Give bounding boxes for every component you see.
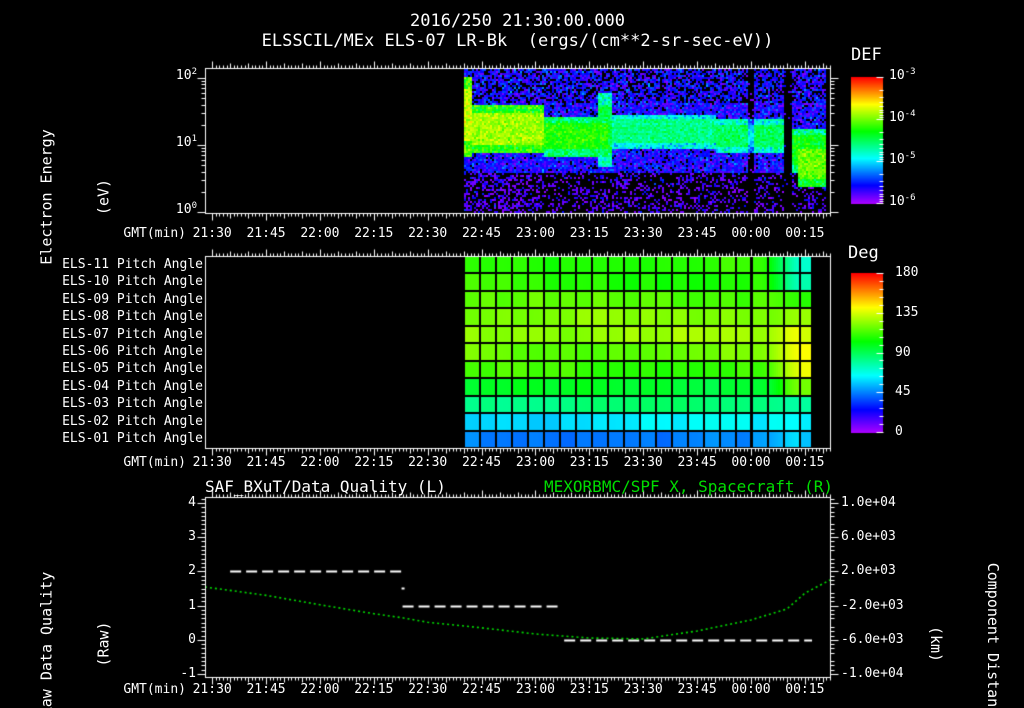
- time-tick-label: 23:45: [677, 455, 717, 470]
- time-tick-label: 00:15: [785, 455, 825, 470]
- deg-tick-label: 0: [895, 424, 903, 439]
- spectrogram-y-axis-label-line2: (eV): [94, 178, 113, 216]
- time-tick-label: 22:30: [408, 226, 448, 241]
- km-tick-label: -2.0e+03: [841, 597, 904, 613]
- timeseries-left-series-title: SAF_BXuT/Data Quality (L): [205, 477, 446, 496]
- time-tick-label: 22:30: [408, 682, 448, 697]
- time-tick-label: 00:15: [785, 226, 825, 241]
- raw-tick-label: 0: [188, 631, 196, 647]
- energy-tick-label: 101: [175, 134, 197, 151]
- time-tick-label: 23:30: [623, 682, 663, 697]
- els-row-label: ELS-07 Pitch Angle: [62, 326, 203, 342]
- time-tick-label: 22:15: [354, 226, 394, 241]
- time-tick-label: 22:45: [462, 226, 502, 241]
- km-tick-label: 6.0e+03: [841, 529, 896, 545]
- els-row-label: ELS-09 Pitch Angle: [62, 291, 203, 307]
- raw-tick-label: 4: [188, 495, 196, 510]
- raw-tick-label: 1: [188, 597, 196, 613]
- def-tick-label: 10-6: [889, 193, 916, 210]
- spectrogram-title: ELSSCIL/MEx ELS-07 LR-Bk (ergs/(cm**2-sr…: [261, 31, 774, 51]
- time-tick-label: 22:15: [354, 682, 394, 697]
- time-tick-label: 22:45: [462, 682, 502, 697]
- deg-tick-label: 135: [895, 304, 919, 320]
- els-row-label: ELS-10 Pitch Angle: [62, 274, 203, 290]
- gmt-label-bottom: GMT(min): [123, 682, 186, 697]
- timeseries-right-axis-label: Component Distance (km): [888, 549, 1024, 708]
- timeseries-left-axis-label-line1: Raw Data Quality: [37, 571, 56, 708]
- km-tick-label: 1.0e+04: [841, 495, 896, 510]
- time-tick-label: 22:00: [300, 226, 340, 241]
- time-tick-label: 23:15: [569, 682, 609, 697]
- time-tick-label: 23:00: [515, 455, 556, 470]
- energy-tick-label: 102: [175, 67, 197, 84]
- time-tick-label: 23:30: [623, 455, 663, 470]
- time-tick-label: 21:30: [192, 455, 232, 470]
- els-row-label: ELS-04 Pitch Angle: [62, 378, 203, 394]
- gmt-label-top: GMT(min): [123, 226, 186, 241]
- time-tick-label: 22:30: [408, 455, 448, 470]
- time-tick-label: 00:15: [785, 682, 825, 697]
- els-row-label: ELS-01 Pitch Angle: [62, 431, 203, 447]
- def-colorbar-label: DEF: [851, 45, 882, 65]
- def-tick-label: 10-3: [889, 67, 916, 84]
- els-row-label: ELS-08 Pitch Angle: [62, 309, 203, 325]
- time-tick-label: 21:45: [246, 682, 286, 697]
- energy-tick-label: 100: [175, 201, 197, 218]
- time-tick-label: 22:15: [354, 455, 394, 470]
- timeseries-right-series-title: MEXORBMC/SPF X, Spacecraft (R): [544, 477, 833, 496]
- time-tick-label: 23:00: [515, 226, 556, 241]
- raw-tick-label: -1: [180, 666, 196, 681]
- deg-tick-label: 90: [895, 344, 911, 360]
- time-tick-label: 23:30: [623, 226, 663, 241]
- timestamp-title: 2016/250 21:30:00.000: [410, 11, 625, 31]
- time-tick-label: 21:30: [192, 682, 232, 697]
- els-row-label: ELS-03 Pitch Angle: [62, 396, 203, 412]
- time-tick-label: 00:00: [731, 226, 771, 241]
- els-row-label: ELS-06 Pitch Angle: [62, 344, 203, 359]
- plot-page: 2016/250 21:30:00.000 ELSSCIL/MEx ELS-07…: [0, 0, 1024, 708]
- deg-tick-label: 45: [895, 384, 911, 400]
- timeseries-right-axis-label-line1: Component Distance: [984, 562, 1002, 708]
- time-tick-label: 23:45: [677, 226, 717, 241]
- els-row-label: ELS-05 Pitch Angle: [62, 361, 203, 377]
- spectrogram-y-axis-label-line1: Electron Energy: [37, 129, 56, 265]
- raw-tick-label: 2: [188, 563, 196, 579]
- time-tick-label: 21:30: [192, 226, 232, 241]
- def-tick-label: 10-5: [889, 151, 916, 168]
- deg-colorbar-label: Deg: [848, 243, 879, 263]
- time-tick-label: 22:00: [300, 682, 340, 697]
- els-row-label: ELS-02 Pitch Angle: [62, 413, 203, 429]
- els-row-label: ELS-11 Pitch Angle: [62, 256, 203, 272]
- deg-tick-label: 180: [895, 265, 919, 280]
- gmt-label-middle: GMT(min): [123, 455, 186, 470]
- km-tick-label: -6.0e+03: [841, 631, 904, 647]
- time-tick-label: 21:45: [246, 226, 286, 241]
- def-tick-label: 10-4: [889, 109, 916, 126]
- time-tick-label: 23:15: [569, 455, 609, 470]
- time-tick-label: 00:00: [731, 455, 771, 470]
- spectrogram-y-axis-label: Electron Energy (eV): [0, 117, 152, 278]
- km-tick-label: 2.0e+03: [841, 563, 896, 579]
- time-tick-label: 21:45: [246, 455, 286, 470]
- time-tick-label: 23:00: [515, 682, 556, 697]
- time-tick-label: 23:15: [569, 226, 609, 241]
- time-tick-label: 00:00: [731, 682, 771, 697]
- time-tick-label: 22:45: [462, 455, 502, 470]
- km-tick-label: -1.0e+04: [841, 666, 904, 681]
- time-tick-label: 22:00: [300, 455, 340, 470]
- raw-tick-label: 3: [188, 529, 196, 545]
- timeseries-right-axis-label-line2: (km): [927, 625, 945, 663]
- time-tick-label: 23:45: [677, 682, 717, 697]
